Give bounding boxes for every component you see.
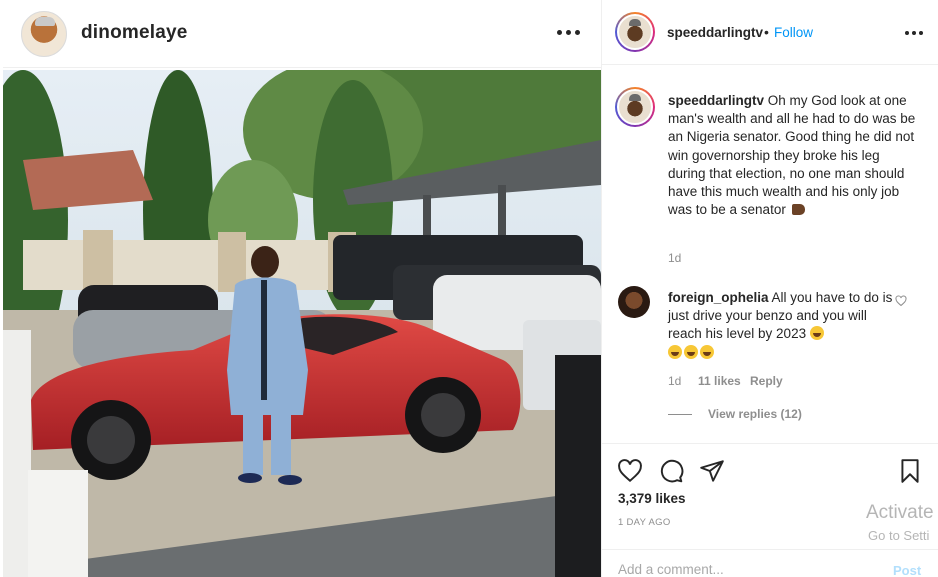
header-username[interactable]: speeddarlingtv <box>667 25 763 40</box>
follow-button[interactable]: Follow <box>774 25 813 40</box>
header-more-icon[interactable] <box>905 31 923 35</box>
thumbs-down-emoji-icon <box>791 204 805 216</box>
view-replies-button[interactable]: View replies (12) <box>668 407 802 421</box>
post-comment-button[interactable]: Post <box>893 563 921 577</box>
caption-username[interactable]: speeddarlingtv <box>668 93 764 108</box>
header-separator: • <box>764 24 769 40</box>
reply-button[interactable]: Reply <box>750 374 783 388</box>
comment-likes[interactable]: 11 likes <box>698 374 741 388</box>
activate-watermark: Activate <box>866 502 934 523</box>
laughing-emoji-icon <box>700 344 714 359</box>
view-replies-label: View replies (12) <box>708 407 802 421</box>
laughing-emoji-icon <box>809 326 824 341</box>
caption: speeddarlingtv Oh my God look at one man… <box>668 92 918 219</box>
comment: foreign_ophelia All you have to do is ju… <box>668 289 898 362</box>
comment-bubble-icon[interactable] <box>658 458 684 484</box>
activate-watermark-sub: Go to Setti <box>868 528 930 543</box>
comments-panel: speeddarlingtv • Follow speeddarlingtv O… <box>601 0 938 577</box>
bookmark-icon[interactable] <box>897 458 923 484</box>
caption-text: Oh my God look at one man's wealth and a… <box>668 93 916 218</box>
replies-line <box>668 413 692 415</box>
photo-illustration <box>3 70 601 577</box>
post-time: 1 DAY AGO <box>618 517 671 528</box>
instagram-post-page: dinomelaye speeddarlingtv • Follow speed… <box>0 0 938 577</box>
more-options-icon[interactable] <box>557 30 580 35</box>
joy-emoji-icon <box>668 344 682 359</box>
likes-count[interactable]: 3,379 likes <box>618 491 686 506</box>
comment-username[interactable]: foreign_ophelia <box>668 290 769 305</box>
post-photo[interactable] <box>3 70 601 577</box>
header-avatar[interactable] <box>615 12 655 52</box>
share-send-icon[interactable] <box>699 458 725 484</box>
caption-age: 1d <box>668 251 682 265</box>
commenter-avatar[interactable] <box>618 286 650 318</box>
caption-avatar[interactable] <box>615 87 655 127</box>
add-comment-bar: Post <box>602 549 938 577</box>
like-comment-heart-icon[interactable] <box>895 295 907 307</box>
comment-age: 1d <box>668 374 682 388</box>
comment-input[interactable] <box>618 562 858 577</box>
panel-header: speeddarlingtv • Follow <box>602 0 938 65</box>
like-heart-icon[interactable] <box>617 458 643 484</box>
owner-avatar[interactable] <box>21 11 67 57</box>
joy-emoji-icon <box>684 344 698 359</box>
owner-username[interactable]: dinomelaye <box>81 22 188 44</box>
post-owner-header: dinomelaye <box>3 0 601 68</box>
